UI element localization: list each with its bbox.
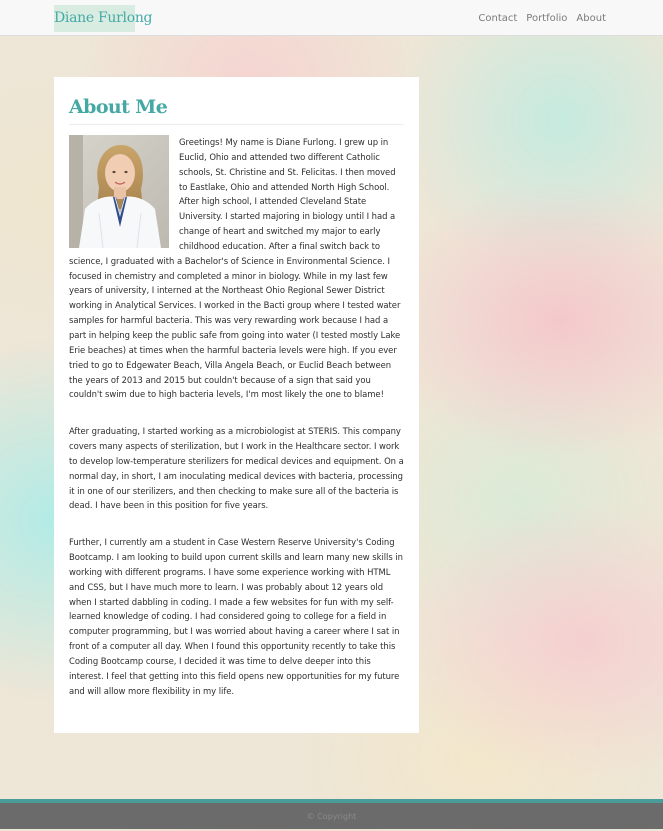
nav-link-contact[interactable]: Contact <box>478 13 517 24</box>
nav-link-portfolio[interactable]: Portfolio <box>526 13 567 24</box>
bio-text: Greetings! My name is Diane Furlong. I g… <box>69 135 404 699</box>
profile-photo <box>69 135 169 248</box>
brand-logo-link[interactable]: Diane Furlong <box>54 5 153 32</box>
bio-paragraph-3: Further, I currently am a student in Cas… <box>69 537 403 696</box>
navbar: Diane Furlong Contact Portfolio About <box>0 0 663 36</box>
nav-link-about[interactable]: About <box>576 13 606 24</box>
title-divider <box>69 124 404 125</box>
nav-links: Contact Portfolio About <box>478 0 606 36</box>
about-card: About Me Greetings! My name is Diane Fur… <box>54 77 419 733</box>
page-title: About Me <box>69 96 168 118</box>
bio-paragraph-2: After graduating, I started working as a… <box>69 426 404 511</box>
footer: © Copyright <box>0 803 663 829</box>
copyright-text: © Copyright <box>306 812 357 821</box>
